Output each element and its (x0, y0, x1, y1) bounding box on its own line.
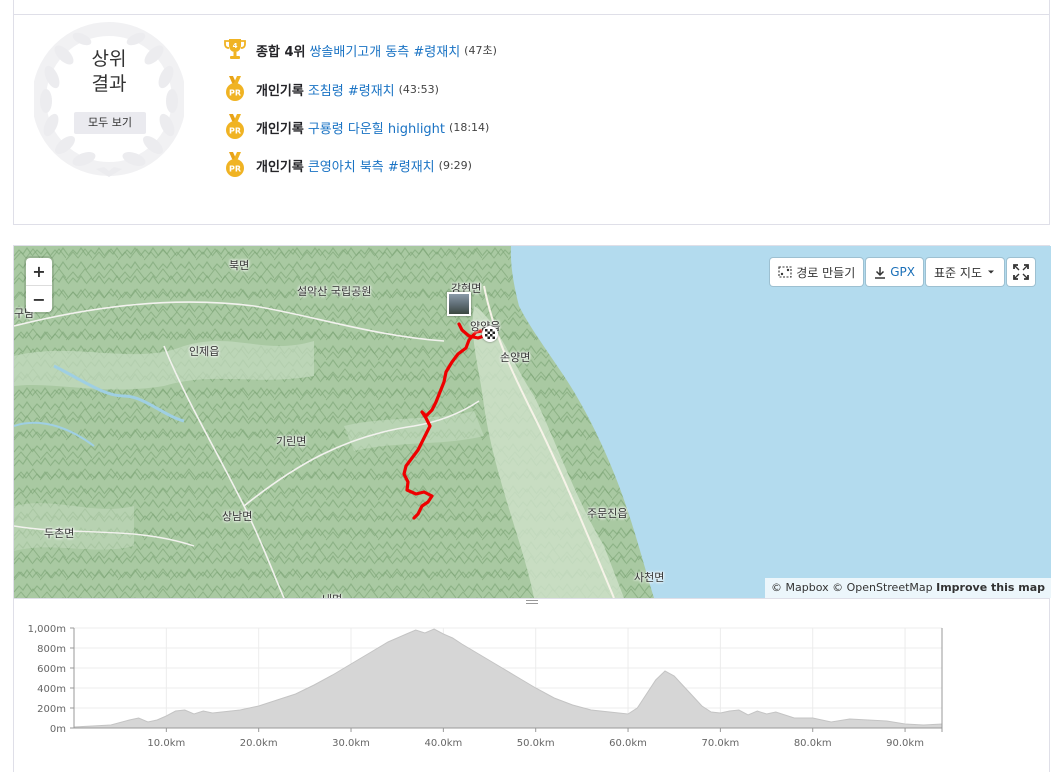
place-label: 북면 (229, 259, 250, 272)
route-builder-icon (778, 266, 792, 278)
y-tick-label: 1,000m (28, 624, 66, 635)
pr-medal-icon: PR (224, 152, 246, 178)
gpx-download-button[interactable]: GPX (866, 258, 924, 286)
segment-link[interactable]: 조침령 #령재치 (308, 80, 395, 99)
map-style-label: 표준 지도 (934, 265, 982, 280)
zoom-in-button[interactable]: + (26, 258, 52, 285)
x-tick-label: 50.0km (517, 738, 555, 749)
x-tick-label: 70.0km (701, 738, 739, 749)
zoom-control: + − (26, 258, 52, 312)
map-toolbar: 경로 만들기 GPX 표준 지도 (770, 258, 1004, 286)
place-label: 주문진읍 (587, 507, 628, 520)
drag-handle-icon (526, 600, 538, 604)
achievement-time: (43:53) (398, 82, 439, 96)
achievement-time: (9:29) (438, 158, 472, 172)
mapbox-credit-link[interactable]: © Mapbox (771, 581, 829, 594)
osm-credit-link[interactable]: © OpenStreetMap (832, 581, 933, 594)
top-results-card: 상위 결과 모두 보기 4 종합 4위 쌍솔배기고개 동측 #령재치 (47초) (13, 0, 1050, 225)
achievement-kind: 종합 4위 (256, 44, 306, 60)
pr-badge-text: PR (229, 127, 241, 136)
divider (14, 14, 1049, 15)
elevation-area (73, 628, 943, 729)
gpx-label: GPX (890, 265, 916, 279)
pr-medal-icon: PR (224, 114, 246, 140)
top-results-title: 상위 결과 (91, 48, 127, 95)
x-tick-label: 90.0km (886, 738, 924, 749)
x-tick-label: 60.0km (609, 738, 647, 749)
x-tick-label: 30.0km (332, 738, 370, 749)
see-all-button[interactable]: 모두 보기 (74, 112, 146, 134)
place-label: 두촌면 (44, 527, 75, 540)
fullscreen-button[interactable] (1007, 258, 1035, 286)
zoom-out-button[interactable]: − (26, 285, 52, 312)
place-label: 설악산 국립공원 (297, 285, 372, 298)
map-attribution: © Mapbox © OpenStreetMap Improve this ma… (765, 578, 1051, 598)
achievement-item: PR 개인기록 구룡령 다운힐 highlight (18:14) (224, 114, 489, 140)
achievement-kind: 개인기록 (256, 83, 304, 99)
x-tick-label: 10.0km (147, 738, 185, 749)
achievement-item: 4 종합 4위 쌍솔배기고개 동측 #령재치 (47초) (224, 37, 497, 63)
finish-flag-icon[interactable] (482, 326, 498, 342)
y-tick-label: 400m (37, 684, 66, 695)
place-label: 사천면 (634, 571, 665, 584)
y-tick-label: 200m (37, 704, 66, 715)
elevation-profile[interactable]: 0m 200m 400m 600m 800m 1,000m 10.0km 20.0km 30.… (14, 608, 1051, 772)
download-icon (875, 266, 886, 279)
achievement-time: (18:14) (449, 120, 490, 134)
segment-link[interactable]: 쌍솔배기고개 동측 #령재치 (309, 41, 460, 60)
pr-medal-icon: PR (224, 76, 246, 102)
achievement-time: (47초) (464, 44, 497, 57)
pr-badge-text: PR (229, 89, 241, 98)
place-label: 인제읍 (189, 345, 220, 358)
activity-map-card: 북면 설악산 국립공원 강현면 구남 인제읍 양양읍 손양면 기린면 상남면 두… (13, 245, 1051, 772)
y-tick-label: 800m (37, 644, 66, 655)
achievement-kind: 개인기록 (256, 121, 304, 137)
expand-icon (1013, 264, 1029, 280)
map-resize-handle[interactable] (14, 598, 1049, 606)
place-label: 내면 (322, 591, 342, 598)
place-label: 상남면 (222, 510, 253, 523)
route-builder-label: 경로 만들기 (796, 265, 856, 280)
laurel-wreath-icon (34, 22, 184, 177)
map-terrain (14, 246, 1051, 598)
caret-down-icon (988, 270, 994, 274)
achievement-kind: 개인기록 (256, 159, 304, 175)
x-tick-label: 40.0km (424, 738, 462, 749)
top-results-wreath: 상위 결과 모두 보기 (34, 19, 184, 179)
elevation-chart: 0m 200m 400m 600m 800m 1,000m 10.0km 20.0km 30.… (28, 624, 943, 749)
achievement-item: PR 개인기록 큰영아치 북측 #령재치 (9:29) (224, 152, 472, 178)
place-label: 손양면 (500, 351, 531, 364)
pr-badge-text: PR (229, 165, 241, 174)
segment-link[interactable]: 구룡령 다운힐 highlight (308, 118, 445, 137)
trophy-rank-text: 4 (233, 42, 238, 50)
x-tick-label: 80.0km (794, 738, 832, 749)
trophy-rank-4-icon: 4 (224, 37, 246, 63)
route-builder-button[interactable]: 경로 만들기 (770, 258, 864, 286)
improve-map-link[interactable]: Improve this map (936, 581, 1045, 594)
segment-link[interactable]: 큰영아치 북측 #령재치 (308, 156, 435, 175)
y-tick-label: 600m (37, 664, 66, 675)
achievement-item: PR 개인기록 조침령 #령재치 (43:53) (224, 76, 439, 102)
y-tick-label: 0m (50, 724, 66, 735)
map-style-dropdown[interactable]: 표준 지도 (926, 258, 1004, 286)
x-tick-label: 20.0km (240, 738, 278, 749)
route-map[interactable]: 북면 설악산 국립공원 강현면 구남 인제읍 양양읍 손양면 기린면 상남면 두… (14, 246, 1051, 598)
start-photo-marker[interactable] (447, 292, 471, 316)
place-label: 기린면 (276, 435, 307, 448)
